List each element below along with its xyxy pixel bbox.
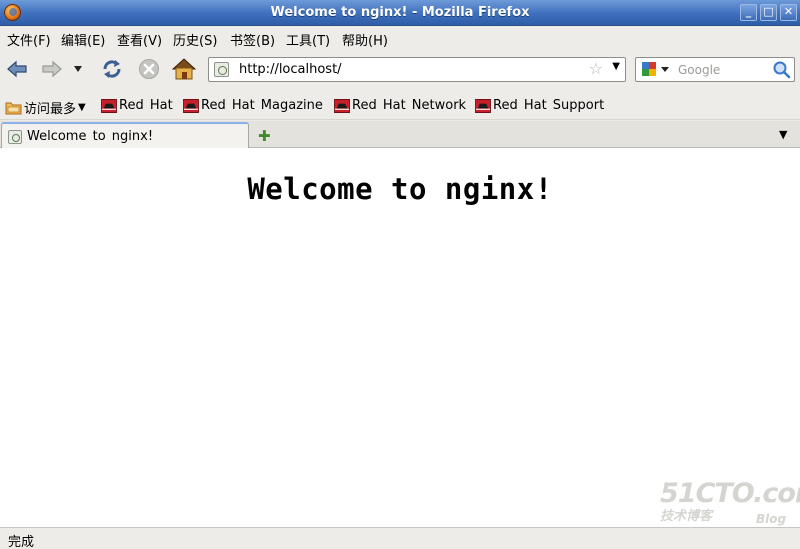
- status-text: 完成: [8, 535, 35, 549]
- tab-favicon-icon: [8, 130, 22, 144]
- stop-icon: [139, 59, 159, 79]
- bookmark-red-hat-magazine[interactable]: Red Hat Magazine: [183, 98, 323, 113]
- page-content: Welcome to nginx! 51CTO.com 技术博客 Blog: [0, 148, 800, 527]
- search-box[interactable]: Google: [635, 57, 795, 82]
- search-engine-selector[interactable]: [639, 60, 673, 79]
- maximize-button[interactable]: □: [760, 4, 777, 21]
- back-button[interactable]: [4, 56, 30, 82]
- google-engine-icon: [642, 62, 669, 76]
- search-go-button[interactable]: [772, 60, 791, 79]
- bookmark-star-icon[interactable]: ☆: [589, 59, 603, 78]
- redhat-icon: [101, 98, 117, 113]
- menu-bar: 文件(F) 编辑(E) 查看(V) 历史(S) 书签(B) 工具(T) 帮助(H…: [0, 26, 800, 50]
- window-title: Welcome to nginx! - Mozilla Firefox: [270, 5, 530, 20]
- bookmark-most-visited[interactable]: 访问最多 ▼: [5, 98, 86, 117]
- search-placeholder: Google: [678, 63, 721, 77]
- tab-strip: Welcome to nginx!: [0, 121, 800, 149]
- most-visited-dropdown-icon: ▼: [78, 102, 86, 113]
- tab-welcome-to-nginx[interactable]: Welcome to nginx!: [1, 122, 249, 149]
- status-bar: 完成: [0, 527, 800, 549]
- forward-button[interactable]: [39, 56, 65, 82]
- watermark-line3: Blog: [756, 512, 787, 526]
- folder-icon: [5, 102, 22, 115]
- menu-bookmarks[interactable]: 书签(B): [230, 30, 275, 49]
- tab-label: Welcome to nginx!: [27, 129, 154, 144]
- home-button[interactable]: [171, 56, 197, 82]
- reload-icon: [103, 60, 121, 78]
- bookmark-red-hat-support[interactable]: Red Hat Support: [475, 98, 604, 113]
- reload-button[interactable]: [99, 56, 125, 82]
- menu-file[interactable]: 文件(F): [7, 30, 51, 49]
- home-icon: [171, 58, 197, 80]
- url-history-dropdown[interactable]: ▼: [612, 61, 620, 72]
- back-arrow-icon: [7, 60, 27, 78]
- bookmark-label: Red Hat: [119, 98, 173, 113]
- menu-view[interactable]: 查看(V): [117, 30, 162, 49]
- watermark: 51CTO.com 技术博客 Blog: [660, 478, 800, 526]
- redhat-icon: [183, 98, 199, 113]
- new-tab-plus-icon[interactable]: ✚: [258, 127, 271, 145]
- history-dropdown-button[interactable]: [70, 56, 86, 82]
- menu-edit[interactable]: 编辑(E): [61, 30, 105, 49]
- bookmark-label: Red Hat Network: [352, 98, 467, 113]
- close-button[interactable]: ✕: [780, 4, 797, 21]
- list-all-tabs-button[interactable]: ▼: [779, 128, 787, 141]
- menu-history[interactable]: 历史(S): [173, 30, 217, 49]
- menu-help[interactable]: 帮助(H): [342, 30, 388, 49]
- forward-arrow-icon: [42, 60, 62, 78]
- site-identity-icon[interactable]: [214, 62, 229, 77]
- redhat-icon: [475, 98, 491, 113]
- most-visited-label: 访问最多: [24, 102, 77, 117]
- bookmarks-toolbar: 访问最多 ▼ Red Hat Red Hat Magazine Red Hat …: [0, 90, 800, 120]
- minimize-button[interactable]: _: [740, 4, 757, 21]
- redhat-icon: [334, 98, 350, 113]
- magnifier-icon: [773, 61, 791, 79]
- history-dropdown-icon: [74, 66, 82, 72]
- window-titlebar: Welcome to nginx! - Mozilla Firefox _ □ …: [0, 0, 800, 26]
- menu-tools[interactable]: 工具(T): [286, 30, 330, 49]
- page-heading: Welcome to nginx!: [247, 172, 553, 206]
- bookmark-red-hat-network[interactable]: Red Hat Network: [334, 98, 466, 113]
- stop-button[interactable]: [136, 56, 162, 82]
- bookmark-label: Red Hat Magazine: [201, 98, 323, 113]
- url-text[interactable]: http://localhost/: [239, 62, 342, 77]
- bookmark-red-hat[interactable]: Red Hat: [101, 98, 173, 113]
- bookmark-label: Red Hat Support: [493, 98, 605, 113]
- location-bar[interactable]: http://localhost/ ☆ ▼: [208, 57, 626, 82]
